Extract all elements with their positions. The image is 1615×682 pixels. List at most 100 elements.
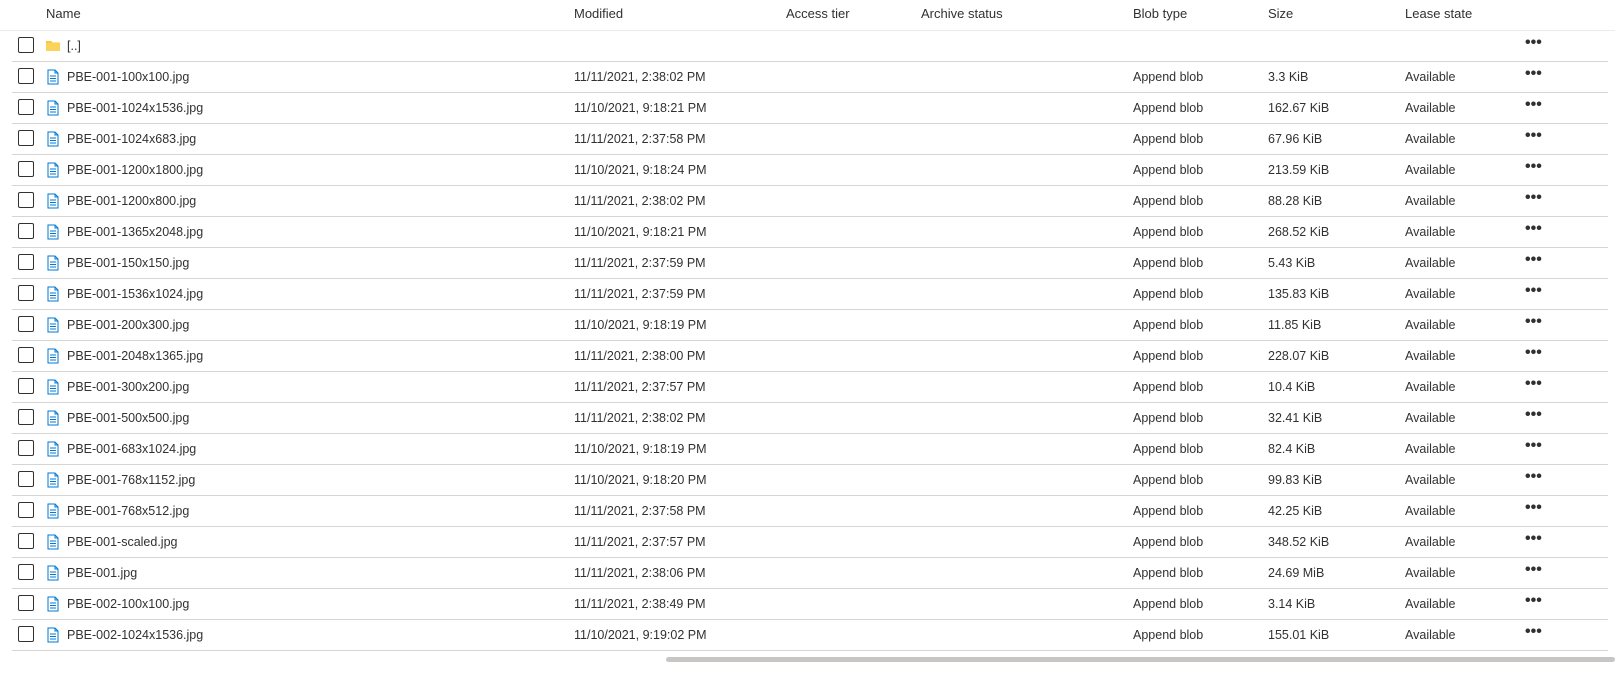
- row-checkbox[interactable]: [18, 347, 34, 363]
- row-checkbox[interactable]: [18, 161, 34, 177]
- more-options-button[interactable]: •••: [1525, 530, 1542, 548]
- blob-name[interactable]: PBE-001-768x1152.jpg: [67, 473, 195, 487]
- table-row[interactable]: PBE-001-1024x683.jpg 11/11/2021, 2:37:58 …: [12, 124, 1608, 155]
- column-header-modified[interactable]: Modified: [574, 6, 623, 21]
- blob-name[interactable]: PBE-001-1536x1024.jpg: [67, 287, 203, 301]
- row-checkbox[interactable]: [18, 130, 34, 146]
- row-checkbox[interactable]: [18, 502, 34, 518]
- more-options-button[interactable]: •••: [1525, 189, 1542, 207]
- row-checkbox[interactable]: [18, 595, 34, 611]
- row-checkbox[interactable]: [18, 99, 34, 115]
- more-options-button[interactable]: •••: [1525, 251, 1542, 269]
- more-options-button[interactable]: •••: [1525, 65, 1542, 83]
- blob-lease-state: Available: [1405, 163, 1456, 177]
- blob-name[interactable]: PBE-001-1024x1536.jpg: [67, 101, 203, 115]
- blob-type: Append blob: [1133, 70, 1204, 84]
- row-checkbox[interactable]: [18, 440, 34, 456]
- file-icon: [45, 379, 61, 395]
- row-checkbox[interactable]: [18, 316, 34, 332]
- blob-size: 82.4 KiB: [1268, 442, 1316, 456]
- blob-type: Append blob: [1133, 473, 1204, 487]
- blob-type: Append blob: [1133, 628, 1204, 642]
- column-header-blob-type[interactable]: Blob type: [1133, 6, 1187, 21]
- blob-name[interactable]: PBE-002-100x100.jpg: [67, 597, 189, 611]
- more-options-button[interactable]: •••: [1525, 96, 1542, 114]
- column-header-access-tier[interactable]: Access tier: [786, 6, 850, 21]
- blob-modified: 11/11/2021, 2:37:59 PM: [574, 256, 706, 270]
- table-row[interactable]: PBE-001-1024x1536.jpg 11/10/2021, 9:18:21…: [12, 93, 1608, 124]
- row-checkbox[interactable]: [18, 223, 34, 239]
- blob-name[interactable]: PBE-001-683x1024.jpg: [67, 442, 196, 456]
- blob-name[interactable]: PBE-001-200x300.jpg: [67, 318, 189, 332]
- blob-name[interactable]: PBE-001-1024x683.jpg: [67, 132, 196, 146]
- more-options-button[interactable]: •••: [1525, 158, 1542, 176]
- row-checkbox[interactable]: [18, 68, 34, 84]
- blob-type: Append blob: [1133, 597, 1204, 611]
- blob-size: 3.3 KiB: [1268, 70, 1309, 84]
- more-options-button[interactable]: •••: [1525, 406, 1542, 424]
- table-row[interactable]: PBE-002-1024x1536.jpg 11/10/2021, 9:19:02…: [12, 620, 1608, 651]
- table-row[interactable]: PBE-001-683x1024.jpg 11/10/2021, 9:18:19 …: [12, 434, 1608, 465]
- table-row[interactable]: PBE-001-300x200.jpg 11/11/2021, 2:37:57 P…: [12, 372, 1608, 403]
- blob-name[interactable]: PBE-001-1200x800.jpg: [67, 194, 196, 208]
- column-header-name[interactable]: Name: [46, 6, 81, 21]
- more-options-button[interactable]: •••: [1525, 499, 1542, 517]
- more-options-button[interactable]: •••: [1525, 437, 1542, 455]
- more-options-button[interactable]: •••: [1525, 127, 1542, 145]
- file-icon: [45, 286, 61, 302]
- more-options-button[interactable]: •••: [1525, 468, 1542, 486]
- table-row[interactable]: PBE-001-500x500.jpg 11/11/2021, 2:38:02 P…: [12, 403, 1608, 434]
- table-row[interactable]: PBE-001-150x150.jpg 11/11/2021, 2:37:59 P…: [12, 248, 1608, 279]
- blob-name[interactable]: PBE-001-1200x1800.jpg: [67, 163, 203, 177]
- table-row[interactable]: PBE-001-768x512.jpg 11/11/2021, 2:37:58 P…: [12, 496, 1608, 527]
- row-checkbox[interactable]: [18, 37, 34, 53]
- row-checkbox[interactable]: [18, 533, 34, 549]
- horizontal-scrollbar-thumb[interactable]: [666, 657, 1615, 662]
- row-checkbox[interactable]: [18, 626, 34, 642]
- blob-name[interactable]: PBE-001-100x100.jpg: [67, 70, 189, 84]
- blob-modified: 11/11/2021, 2:37:57 PM: [574, 380, 706, 394]
- column-header-archive-status[interactable]: Archive status: [921, 6, 1003, 21]
- blob-name[interactable]: PBE-001-768x512.jpg: [67, 504, 189, 518]
- table-row[interactable]: PBE-001-1200x800.jpg 11/11/2021, 2:38:02 …: [12, 186, 1608, 217]
- table-row[interactable]: PBE-001-100x100.jpg 11/11/2021, 2:38:02 P…: [12, 62, 1608, 93]
- table-row[interactable]: PBE-001-1536x1024.jpg 11/11/2021, 2:37:59…: [12, 279, 1608, 310]
- blob-name[interactable]: PBE-001-1365x2048.jpg: [67, 225, 203, 239]
- column-header-lease-state[interactable]: Lease state: [1405, 6, 1472, 21]
- blob-name[interactable]: PBE-001-500x500.jpg: [67, 411, 189, 425]
- row-checkbox[interactable]: [18, 192, 34, 208]
- more-options-button[interactable]: •••: [1525, 623, 1542, 641]
- row-checkbox[interactable]: [18, 378, 34, 394]
- table-row[interactable]: PBE-001-2048x1365.jpg 11/11/2021, 2:38:00…: [12, 341, 1608, 372]
- blob-modified: 11/10/2021, 9:18:21 PM: [574, 225, 707, 239]
- row-checkbox[interactable]: [18, 471, 34, 487]
- blob-name[interactable]: PBE-001-300x200.jpg: [67, 380, 189, 394]
- more-options-button[interactable]: •••: [1525, 220, 1542, 238]
- table-row[interactable]: PBE-001-1200x1800.jpg 11/10/2021, 9:18:24…: [12, 155, 1608, 186]
- table-row[interactable]: PBE-001.jpg 11/11/2021, 2:38:06 PM Append …: [12, 558, 1608, 589]
- blob-name[interactable]: PBE-001-2048x1365.jpg: [67, 349, 203, 363]
- row-checkbox[interactable]: [18, 409, 34, 425]
- more-options-button[interactable]: •••: [1525, 344, 1542, 362]
- row-checkbox[interactable]: [18, 285, 34, 301]
- table-row[interactable]: PBE-001-768x1152.jpg 11/10/2021, 9:18:20 …: [12, 465, 1608, 496]
- blob-name[interactable]: PBE-001-150x150.jpg: [67, 256, 189, 270]
- table-row[interactable]: PBE-002-100x100.jpg 11/11/2021, 2:38:49 P…: [12, 589, 1608, 620]
- parent-folder-row[interactable]: [..] •••: [12, 31, 1608, 62]
- column-header-size[interactable]: Size: [1268, 6, 1293, 21]
- table-row[interactable]: PBE-001-1365x2048.jpg 11/10/2021, 9:18:21…: [12, 217, 1608, 248]
- more-options-button[interactable]: •••: [1525, 592, 1542, 610]
- table-row[interactable]: PBE-001-200x300.jpg 11/10/2021, 9:18:19 P…: [12, 310, 1608, 341]
- more-options-button[interactable]: •••: [1525, 375, 1542, 393]
- more-options-button[interactable]: •••: [1525, 34, 1542, 52]
- blob-name[interactable]: PBE-001-scaled.jpg: [67, 535, 177, 549]
- more-options-button[interactable]: •••: [1525, 282, 1542, 300]
- parent-folder-name[interactable]: [..]: [67, 39, 81, 53]
- table-row[interactable]: PBE-001-scaled.jpg 11/11/2021, 2:37:57 PM…: [12, 527, 1608, 558]
- blob-name[interactable]: PBE-002-1024x1536.jpg: [67, 628, 203, 642]
- more-options-button[interactable]: •••: [1525, 561, 1542, 579]
- blob-name[interactable]: PBE-001.jpg: [67, 566, 137, 580]
- row-checkbox[interactable]: [18, 564, 34, 580]
- row-checkbox[interactable]: [18, 254, 34, 270]
- more-options-button[interactable]: •••: [1525, 313, 1542, 331]
